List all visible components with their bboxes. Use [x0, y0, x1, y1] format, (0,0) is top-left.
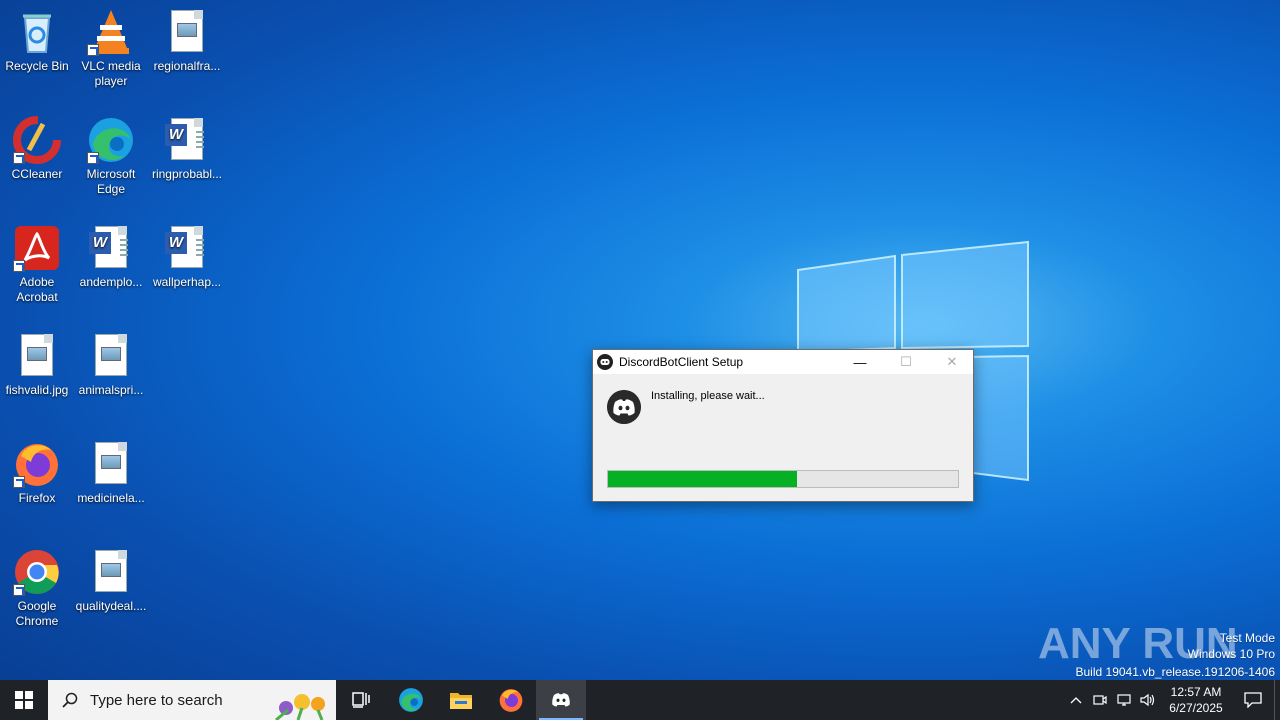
- progress-fill: [608, 471, 797, 487]
- desktop-icon-label: CCleaner: [11, 167, 63, 181]
- desktop-icon-label: Google Chrome: [15, 599, 59, 628]
- word-doc-icon: W: [87, 224, 135, 272]
- desktop-icon-ringprobabl[interactable]: W ringprobabl...: [150, 116, 224, 182]
- dialog-title-bar[interactable]: DiscordBotClient Setup — ☐ ✕: [593, 350, 973, 374]
- edge-icon: [87, 116, 135, 164]
- search-placeholder: Type here to search: [90, 691, 223, 709]
- clock-time: 12:57 AM: [1170, 685, 1222, 699]
- shortcut-arrow-icon: [13, 584, 25, 596]
- search-icon: [62, 692, 78, 708]
- clock-date: 6/27/2025: [1169, 701, 1223, 715]
- desktop-icon-label: wallperhap...: [152, 275, 222, 289]
- desktop-icon-label: Adobe Acrobat: [16, 275, 58, 304]
- desktop-icon-label: andemplo...: [79, 275, 143, 289]
- task-view-icon: [352, 692, 370, 708]
- desktop-icon-label: regionalfra...: [153, 59, 221, 73]
- desktop-icon-label: fishvalid.jpg: [5, 383, 69, 397]
- watermark-build: Build 19041.vb_release.191206-1406: [1075, 665, 1276, 679]
- discord-icon: [552, 693, 570, 707]
- shortcut-arrow-icon: [87, 152, 99, 164]
- desktop-icon-recycle-bin[interactable]: Recycle Bin: [0, 8, 74, 74]
- taskbar-file-explorer[interactable]: [436, 680, 486, 720]
- desktop-icon-wallperhap[interactable]: W wallperhap...: [150, 224, 224, 290]
- setup-dialog[interactable]: DiscordBotClient Setup — ☐ ✕ Installing,…: [592, 349, 974, 502]
- firefox-icon: [499, 689, 523, 712]
- desktop-icon-label: Recycle Bin: [5, 59, 69, 73]
- acrobat-icon: [13, 224, 61, 272]
- image-file-icon: [163, 8, 211, 56]
- desktop-icon-fishvalid[interactable]: fishvalid.jpg: [0, 332, 74, 398]
- task-view-button[interactable]: [336, 680, 386, 720]
- notification-icon: [1244, 692, 1262, 708]
- show-desktop-button[interactable]: [1274, 680, 1280, 720]
- volume-icon[interactable]: [1136, 680, 1160, 720]
- desktop-icon-animalspri[interactable]: animalspri...: [74, 332, 148, 398]
- search-highlight-flowers-icon: [275, 694, 325, 720]
- desktop-icon-vlc[interactable]: VLC media player: [74, 8, 148, 89]
- taskbar-search-box[interactable]: Type here to search: [48, 680, 336, 720]
- shortcut-arrow-icon: [13, 260, 25, 272]
- image-file-icon: [87, 332, 135, 380]
- taskbar-discord-setup[interactable]: [536, 680, 586, 720]
- shortcut-arrow-icon: [13, 152, 25, 164]
- discord-logo-icon: [607, 390, 641, 424]
- close-button[interactable]: ✕: [929, 350, 975, 374]
- watermark-edition: Windows 10 Pro: [1187, 647, 1275, 661]
- taskbar-clock[interactable]: 12:57 AM 6/27/2025: [1160, 684, 1232, 716]
- taskbar: Type here to search 12:57 AM 6/27/2025: [0, 680, 1280, 720]
- recycle-bin-icon: [13, 8, 61, 56]
- desktop-icon-label: Firefox: [18, 491, 56, 505]
- install-status-text: Installing, please wait...: [651, 390, 765, 402]
- desktop-icon-label: ringprobabl...: [151, 167, 223, 181]
- shortcut-arrow-icon: [87, 44, 99, 56]
- edge-icon: [399, 688, 423, 712]
- system-tray: 12:57 AM 6/27/2025: [1064, 680, 1280, 720]
- desktop-icon-label: animalspri...: [78, 383, 144, 397]
- image-file-icon: [87, 548, 135, 596]
- taskbar-edge[interactable]: [386, 680, 436, 720]
- desktop-icon-acrobat[interactable]: Adobe Acrobat: [0, 224, 74, 305]
- start-button[interactable]: [0, 680, 48, 720]
- minimize-button[interactable]: —: [837, 350, 883, 374]
- dialog-body: Installing, please wait...: [593, 374, 973, 501]
- ccleaner-icon: [13, 116, 61, 164]
- desktop-icon-label: Microsoft Edge: [86, 167, 136, 196]
- chevron-up-icon[interactable]: [1064, 680, 1088, 720]
- desktop-icon-chrome[interactable]: Google Chrome: [0, 548, 74, 629]
- watermark-test-mode: Test Mode: [1219, 631, 1275, 645]
- desktop-icon-qualitydeal[interactable]: qualitydeal....: [74, 548, 148, 614]
- desktop-icon-label: VLC media player: [81, 59, 141, 88]
- chrome-icon: [13, 548, 61, 596]
- dialog-title: DiscordBotClient Setup: [619, 355, 744, 369]
- desktop-icon-ccleaner[interactable]: CCleaner: [0, 116, 74, 182]
- vlc-icon: [87, 8, 135, 56]
- shortcut-arrow-icon: [13, 476, 25, 488]
- word-doc-icon: W: [163, 116, 211, 164]
- firefox-icon: [13, 440, 61, 488]
- network-icon[interactable]: [1112, 680, 1136, 720]
- image-file-icon: [87, 440, 135, 488]
- maximize-button[interactable]: ☐: [883, 350, 929, 374]
- install-progress-bar: [607, 470, 959, 488]
- desktop-icon-regionalfra[interactable]: regionalfra...: [150, 8, 224, 74]
- windows-start-icon: [15, 691, 33, 709]
- desktop-icon-andemplo[interactable]: W andemplo...: [74, 224, 148, 290]
- desktop-icon-firefox[interactable]: Firefox: [0, 440, 74, 506]
- meet-now-icon[interactable]: [1088, 680, 1112, 720]
- discord-icon: [597, 354, 613, 370]
- file-explorer-icon: [450, 693, 472, 709]
- word-doc-icon: W: [163, 224, 211, 272]
- desktop-icon-edge[interactable]: Microsoft Edge: [74, 116, 148, 197]
- action-center-button[interactable]: [1232, 680, 1274, 720]
- desktop-icon-medicinela[interactable]: medicinela...: [74, 440, 148, 506]
- taskbar-firefox[interactable]: [486, 680, 536, 720]
- desktop-icon-label: medicinela...: [77, 491, 145, 505]
- desktop-icon-label: qualitydeal....: [75, 599, 147, 613]
- image-file-icon: [13, 332, 61, 380]
